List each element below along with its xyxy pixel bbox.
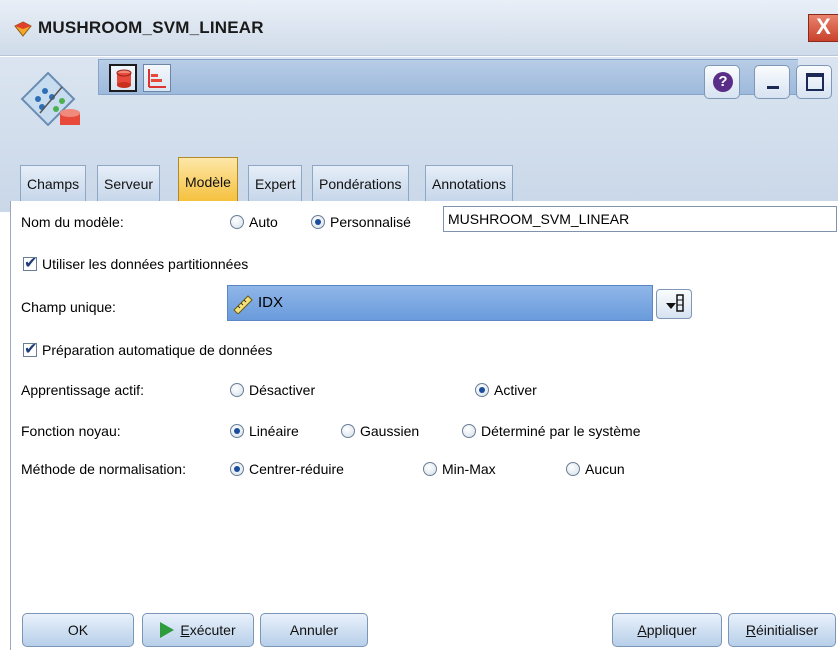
reset-button[interactable]: Réinitialiser [728,613,836,647]
header-area: ? Champs Serveur Modèle Expert Pondérati… [0,57,838,212]
kernel-function-label: Fonction noyau: [21,423,121,439]
chart-toggle-button[interactable] [143,64,171,92]
window-title: MUSHROOM_SVM_LINEAR [38,18,264,37]
use-partitioned-data-checkbox[interactable]: Utiliser les données partitionnées [23,253,249,272]
database-icon [116,69,132,88]
bar-chart-icon [148,69,166,88]
reset-button-mnemonic: R [745,622,756,638]
unique-field-value[interactable]: IDX [227,285,653,321]
tab-modele[interactable]: Modèle [178,157,238,201]
cancel-button[interactable]: Annuler [260,613,368,647]
active-learning-off-label: Désactiver [249,382,316,398]
run-button-label: xécuter [189,622,236,638]
ruler-icon [233,295,253,314]
database-toggle-button[interactable] [109,64,137,92]
ok-button-label: OK [67,622,89,638]
model-name-auto-label: Auto [249,214,278,230]
node-toolbar [98,59,798,95]
normalization-minmax-radio[interactable]: Min-Max [423,461,496,477]
maximize-button[interactable] [796,65,832,99]
kernel-system-radio[interactable]: Déterminé par le système [462,423,641,439]
tab-serveur[interactable]: Serveur [97,165,161,201]
tab-champs[interactable]: Champs [20,165,87,201]
active-learning-on-radio[interactable]: Activer [475,382,537,398]
model-name-custom-label: Personnalisé [330,214,411,230]
run-button[interactable]: Exécuter [142,613,254,647]
cancel-button-label: Annuler [289,622,339,638]
help-icon: ? [713,72,733,92]
close-button[interactable]: X [808,14,838,42]
unique-field-text: IDX [258,294,284,311]
unique-field-label: Champ unique: [21,299,116,315]
normalization-none-label: Aucun [585,461,625,477]
title-bar: MUSHROOM_SVM_LINEAR X [0,0,838,56]
normalization-standardize-label: Centrer-réduire [249,461,344,477]
kernel-system-label: Déterminé par le système [481,423,641,439]
auto-data-prep-checkbox[interactable]: Préparation automatique de données [23,339,273,358]
kernel-linear-label: Linéaire [249,423,299,439]
use-partitioned-data-label: Utiliser les données partitionnées [42,256,249,272]
active-learning-off-radio[interactable]: Désactiver [230,382,315,398]
field-picker-icon [666,294,684,312]
run-arrow-icon [160,622,175,638]
apply-button-label: ppliquer [646,622,697,638]
apply-button[interactable]: Appliquer [612,613,722,647]
auto-data-prep-label: Préparation automatique de données [42,342,273,358]
normalization-standardize-radio[interactable]: Centrer-réduire [230,461,344,477]
normalization-none-radio[interactable]: Aucun [566,461,625,477]
tab-expert[interactable]: Expert [248,165,303,201]
normalization-minmax-label: Min-Max [442,461,496,477]
modele-tab-panel: Nom du modèle: Auto Personnalisé Utilise… [10,201,838,650]
minimize-icon [767,86,779,89]
help-button[interactable]: ? [704,65,740,99]
kernel-gaussian-radio[interactable]: Gaussien [341,423,419,439]
model-name-input[interactable] [443,206,837,232]
model-name-label: Nom du modèle: [21,214,124,230]
minimize-button[interactable] [754,65,790,99]
reset-button-label: éinitialiser [755,622,819,638]
svm-model-node-icon [20,71,80,127]
run-button-mnemonic: E [180,622,190,638]
field-picker-button[interactable] [656,289,692,319]
kernel-linear-radio[interactable]: Linéaire [230,423,299,439]
ok-button[interactable]: OK [22,613,134,647]
model-name-custom-radio[interactable]: Personnalisé [311,214,411,230]
kernel-gaussian-label: Gaussien [360,423,420,439]
active-learning-label: Apprentissage actif: [21,382,144,398]
tab-ponderations[interactable]: Pondérations [312,165,409,201]
model-name-auto-radio[interactable]: Auto [230,214,278,230]
apply-button-mnemonic: A [637,622,647,638]
app-logo-icon [14,21,32,37]
tab-annotations[interactable]: Annotations [425,165,513,201]
maximize-icon [806,73,824,91]
normalization-label: Méthode de normalisation: [21,461,186,477]
active-learning-on-label: Activer [494,382,537,398]
